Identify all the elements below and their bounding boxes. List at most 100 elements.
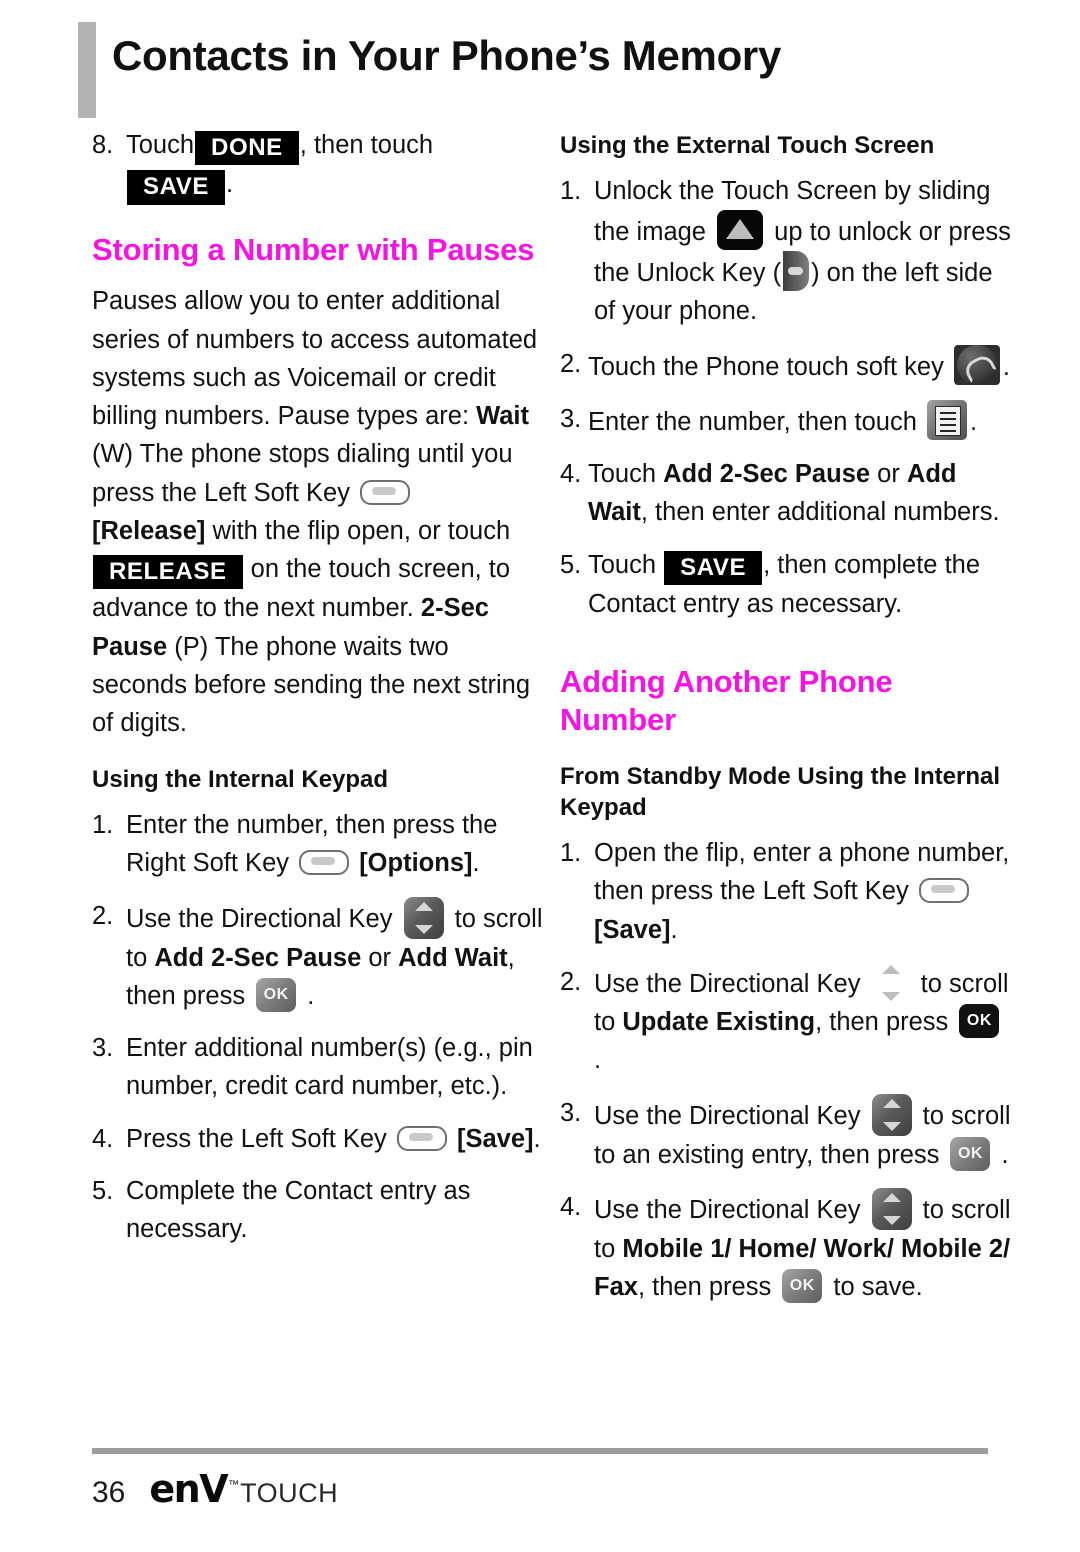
pauses-part2: (W) The phone stops dialing until you pr… — [92, 440, 513, 507]
ext-5-part1: Touch — [588, 550, 664, 579]
right-step-sb-1: 1. Open the flip, enter a phone number, … — [560, 834, 1015, 949]
step-8-text-after: . — [225, 170, 234, 199]
left-step-4: 4. Press the Left Soft Key [Save]. — [92, 1120, 547, 1158]
step-text: Enter the number, then press the Right S… — [126, 806, 547, 883]
page-title: Contacts in Your Phone’s Memory — [112, 32, 782, 79]
step-8-text-middle: , then touch — [299, 131, 434, 159]
left-step-4-part3: . — [533, 1124, 541, 1153]
step-text: Use the Directional Key to scroll to an … — [594, 1093, 1015, 1174]
directional-key-icon — [871, 1093, 912, 1136]
right-step-ext-3: 3. Enter the number, then touch . — [560, 399, 1015, 441]
sb-3-part3: . — [994, 1140, 1009, 1169]
title-accent-bar — [78, 22, 96, 118]
left-step-1: 1. Enter the number, then press the Righ… — [92, 806, 547, 883]
page-number: 36 — [92, 1476, 126, 1509]
sb-4-part4: to save. — [826, 1273, 923, 1302]
sb-3-part1: Use the Directional Key — [594, 1101, 868, 1130]
left-step-1-part3: . — [472, 849, 480, 878]
step-number: 5. — [560, 550, 582, 579]
right-column: Using the External Touch Screen 1. Unloc… — [560, 126, 1015, 1320]
step-number: 3. — [92, 1034, 114, 1063]
page-header: Contacts in Your Phone’s Memory — [0, 0, 1080, 122]
step-number: 2. — [92, 901, 114, 930]
trademark-icon: ™ — [228, 1479, 240, 1491]
heading-using-internal-keypad: Using the Internal Keypad — [92, 766, 389, 794]
ext-4-bold1: Add 2-Sec Pause — [663, 460, 871, 489]
step-text: Open the flip, enter a phone number, the… — [594, 834, 1015, 949]
step-text: Touch Add 2-Sec Pause or Add Wait, then … — [588, 455, 1015, 532]
pauses-paragraph: Pauses allow you to enter additional ser… — [92, 282, 547, 742]
step-text: Enter additional number(s) (e.g., pin nu… — [126, 1034, 533, 1101]
save-badge[interactable]: SAVE — [664, 550, 763, 585]
right-step-sb-3: 3. Use the Directional Key to scroll to … — [560, 1093, 1015, 1174]
unlock-slider-icon — [717, 209, 764, 250]
step-number: 1. — [560, 839, 582, 868]
ext-3-part2: . — [969, 407, 978, 436]
step-text: Press the Left Soft Key [Save]. — [126, 1120, 547, 1158]
footer-divider — [92, 1448, 988, 1454]
step-text: Touch SAVE, then complete the Contact en… — [588, 546, 1015, 624]
step-number: 2. — [560, 349, 582, 378]
env-touch-logo: enV ™ TOUCH — [149, 1470, 338, 1508]
pauses-part1: Pauses allow you to enter additional ser… — [92, 287, 538, 431]
ext-2-part2: . — [1002, 352, 1010, 381]
left-step-2-part5: . — [300, 981, 315, 1010]
ok-key-dark-icon: OK — [959, 1004, 1000, 1039]
manual-page: Contacts in Your Phone’s Memory 8. Touch… — [0, 0, 1080, 1552]
pauses-bold-release: [Release] — [92, 516, 206, 545]
ext-4-part2: or — [870, 460, 907, 489]
done-badge[interactable]: DONE — [195, 131, 299, 166]
sb-2-bold: Update Existing — [622, 1008, 816, 1037]
step-number: 1. — [92, 811, 114, 840]
soft-key-icon — [360, 479, 411, 505]
step-text: Enter the number, then touch . — [588, 399, 1015, 441]
pauses-part3: with the flip open, or touch — [205, 516, 511, 545]
save-badge[interactable]: SAVE — [127, 170, 225, 205]
left-step-4-part1: Press the Left Soft Key — [126, 1124, 394, 1153]
step-text: Touch the Phone touch soft key . — [588, 344, 1015, 386]
sb-2-part4: . — [594, 1046, 602, 1075]
step-number: 1. — [560, 176, 582, 205]
soft-key-icon — [299, 850, 350, 876]
pauses-bold-wait: Wait — [476, 402, 530, 431]
step-text: Use the Directional Key to scroll to Add… — [126, 896, 547, 1016]
ext-4-part3: , then enter additional numbers. — [640, 498, 1000, 527]
ext-3-part1: Enter the number, then touch — [588, 407, 924, 436]
left-step-2: 2. Use the Directional Key to scroll to … — [92, 896, 547, 1016]
phone-touch-key-icon — [953, 344, 1000, 385]
directional-key-icon — [403, 896, 444, 939]
heading-using-external-touch-screen: Using the External Touch Screen — [560, 132, 935, 159]
left-step-4-part2 — [450, 1125, 457, 1153]
sb-2-part1: Use the Directional Key — [594, 969, 868, 998]
ok-key-icon: OK — [256, 977, 297, 1012]
release-badge[interactable]: RELEASE — [93, 555, 243, 590]
soft-key-icon — [918, 878, 969, 904]
soft-key-icon — [396, 1125, 447, 1151]
directional-key-plain-icon — [874, 963, 908, 1003]
left-step-2-bold2: Add Wait — [398, 943, 508, 972]
right-step-sb-2: 2. Use the Directional Key to scroll to … — [560, 963, 1015, 1080]
heading-from-standby-mode: From Standby Mode Using the Internal Key… — [560, 762, 1001, 822]
step-8-text-before: Touch — [126, 131, 195, 159]
left-column: 8. Touch DONE, then touch SAVE. Storing a … — [92, 126, 547, 1262]
right-step-sb-4: 4. Use the Directional Key to scroll to … — [560, 1187, 1015, 1307]
step-text: Touch DONE, then touch SAVE. — [126, 126, 547, 205]
right-step-ext-5: 5. Touch SAVE, then complete the Contact… — [560, 546, 1015, 624]
step-text: Use the Directional Key to scroll to Mob… — [594, 1187, 1015, 1307]
left-step-2-bold1: Add 2-Sec Pause — [154, 943, 362, 972]
step-number: 4. — [560, 1192, 582, 1221]
right-step-ext-1: 1. Unlock the Touch Screen by sliding th… — [560, 172, 1015, 331]
sb-4-part3: , then press — [637, 1273, 779, 1302]
right-step-ext-2: 2. Touch the Phone touch soft key . — [560, 344, 1015, 386]
ext-4-part1: Touch — [588, 460, 664, 489]
right-step-ext-4: 4. Touch Add 2-Sec Pause or Add Wait, th… — [560, 455, 1015, 532]
step-number: 4. — [92, 1124, 114, 1153]
step-number: 4. — [560, 460, 582, 489]
sb-1-bold: [Save] — [594, 915, 671, 944]
logo-env-text: enV — [149, 1467, 228, 1511]
step-number: 3. — [560, 404, 582, 433]
ok-key-icon: OK — [950, 1136, 991, 1171]
sb-1-part3: . — [670, 915, 678, 944]
directional-key-icon — [871, 1187, 912, 1230]
left-step-2-part3: or — [361, 943, 399, 972]
